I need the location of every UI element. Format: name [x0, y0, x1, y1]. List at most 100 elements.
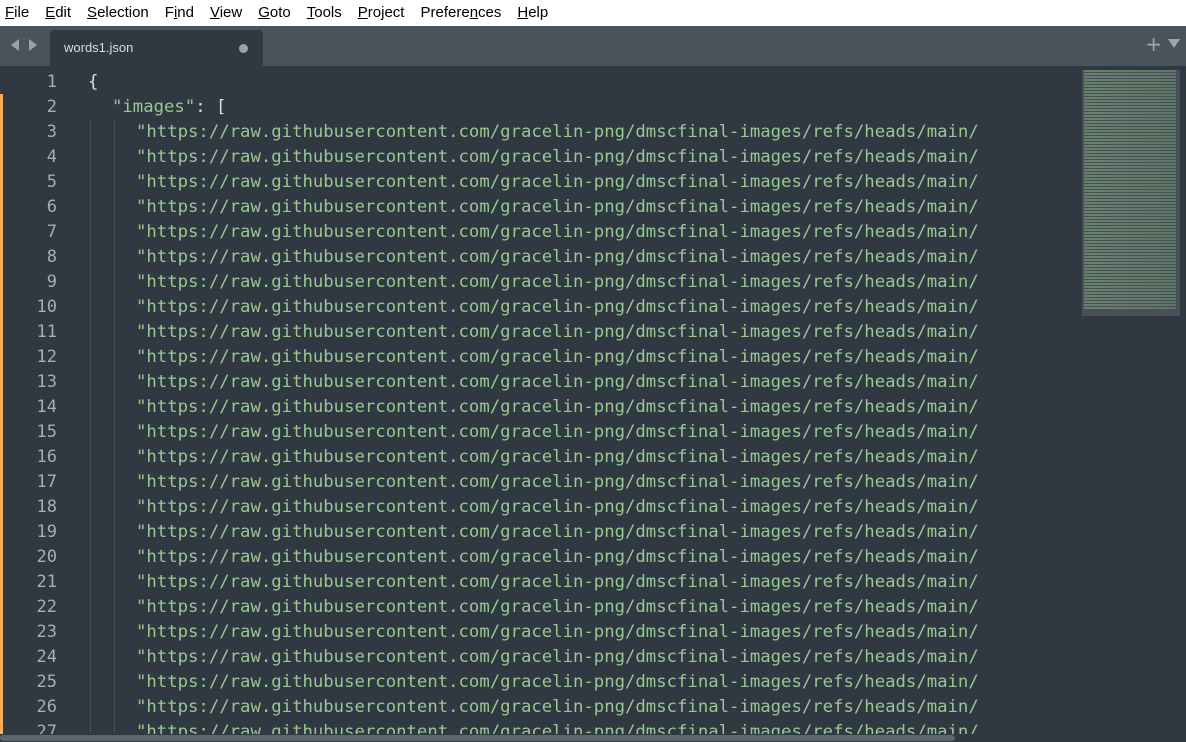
- minimap-line: [1084, 157, 1176, 159]
- line-number: 2: [46, 97, 57, 117]
- minimap-line: [1084, 136, 1176, 138]
- code-content[interactable]: {"images": ["https://raw.githubuserconte…: [88, 70, 1080, 742]
- line-number: 3: [46, 122, 57, 142]
- minimap-line: [1084, 124, 1176, 126]
- minimap-line: [1084, 139, 1176, 141]
- minimap-line: [1084, 184, 1176, 186]
- line-number: 10: [36, 297, 57, 317]
- menu-tools[interactable]: Tools: [299, 0, 350, 26]
- url-string: "https://raw.githubusercontent.com/grace…: [136, 322, 979, 342]
- minimap-line: [1084, 73, 1176, 75]
- minimap-line: [1084, 193, 1176, 195]
- minimap-line: [1084, 172, 1176, 174]
- minimap-line: [1084, 85, 1176, 87]
- code-line: "https://raw.githubusercontent.com/grace…: [88, 345, 1080, 370]
- line-number: 4: [46, 147, 57, 167]
- json-key: "images": [112, 97, 196, 117]
- minimap-line: [1084, 166, 1176, 168]
- menu-project[interactable]: Project: [350, 0, 413, 26]
- minimap-line: [1084, 199, 1176, 201]
- minimap-line: [1084, 163, 1176, 165]
- minimap-line: [1084, 235, 1176, 237]
- minimap-line: [1084, 244, 1176, 246]
- line-number: 15: [36, 422, 57, 442]
- menu-file[interactable]: File: [0, 0, 37, 26]
- minimap[interactable]: [1082, 70, 1180, 316]
- minimap-line: [1084, 211, 1176, 213]
- code-line: "https://raw.githubusercontent.com/grace…: [88, 445, 1080, 470]
- minimap-line: [1084, 226, 1176, 228]
- url-string: "https://raw.githubusercontent.com/grace…: [136, 147, 979, 167]
- unsaved-dot-icon[interactable]: [239, 44, 248, 53]
- url-string: "https://raw.githubusercontent.com/grace…: [136, 397, 979, 417]
- minimap-line: [1084, 187, 1176, 189]
- url-string: "https://raw.githubusercontent.com/grace…: [136, 522, 979, 542]
- code-line: "https://raw.githubusercontent.com/grace…: [88, 320, 1080, 345]
- editor-area[interactable]: 1 2 3 4 5 6 7 8 9 10 11 12 13 14 15 16 17 18 19 20 21 22 23 24 2…: [0, 66, 1186, 742]
- minimap-line: [1084, 262, 1176, 264]
- minimap-line: [1084, 151, 1176, 153]
- code-line: "https://raw.githubusercontent.com/grace…: [88, 520, 1080, 545]
- chevron-down-icon[interactable]: [1168, 39, 1180, 48]
- code-line: "https://raw.githubusercontent.com/grace…: [88, 695, 1080, 720]
- menu-goto[interactable]: Goto: [250, 0, 299, 26]
- minimap-line: [1084, 223, 1176, 225]
- url-string: "https://raw.githubusercontent.com/grace…: [136, 197, 979, 217]
- minimap-line: [1084, 178, 1176, 180]
- tab-active[interactable]: words1.json: [50, 30, 263, 66]
- minimap-line: [1084, 82, 1176, 84]
- code-line: "https://raw.githubusercontent.com/grace…: [88, 245, 1080, 270]
- minimap-line: [1084, 109, 1176, 111]
- tab-title: words1.json: [64, 40, 134, 55]
- horizontal-scrollbar-thumb[interactable]: [0, 735, 955, 741]
- line-number: 14: [36, 397, 57, 417]
- arrow-left-icon[interactable]: [9, 38, 21, 52]
- horizontal-scrollbar[interactable]: [0, 734, 1186, 742]
- minimap-line: [1084, 130, 1176, 132]
- code-line: "https://raw.githubusercontent.com/grace…: [88, 420, 1080, 445]
- line-number: 12: [36, 347, 57, 367]
- menu-find[interactable]: Find: [157, 0, 202, 26]
- minimap-line: [1084, 121, 1176, 123]
- minimap-line: [1084, 292, 1176, 294]
- arrow-right-icon[interactable]: [27, 38, 39, 52]
- url-string: "https://raw.githubusercontent.com/grace…: [136, 597, 979, 617]
- minimap-line: [1084, 112, 1176, 114]
- line-number: 19: [36, 522, 57, 542]
- open-brace: {: [88, 72, 99, 92]
- line-number: 22: [36, 597, 57, 617]
- minimap-line: [1084, 169, 1176, 171]
- line-number: 7: [46, 222, 57, 242]
- url-string: "https://raw.githubusercontent.com/grace…: [136, 547, 979, 567]
- url-string: "https://raw.githubusercontent.com/grace…: [136, 647, 979, 667]
- code-line: "https://raw.githubusercontent.com/grace…: [88, 670, 1080, 695]
- minimap-line: [1084, 190, 1176, 192]
- minimap-line: [1084, 106, 1176, 108]
- minimap-line: [1084, 118, 1176, 120]
- code-line: "https://raw.githubusercontent.com/grace…: [88, 195, 1080, 220]
- minimap-line: [1084, 301, 1176, 303]
- code-line: "https://raw.githubusercontent.com/grace…: [88, 545, 1080, 570]
- url-string: "https://raw.githubusercontent.com/grace…: [136, 172, 979, 192]
- menu-bar: File Edit Selection Find View Goto Tools Projec…: [0, 0, 1186, 26]
- minimap-line: [1084, 133, 1176, 135]
- menu-help[interactable]: Help: [509, 0, 556, 26]
- minimap-line: [1084, 265, 1176, 267]
- url-string: "https://raw.githubusercontent.com/grace…: [136, 222, 979, 242]
- line-number: 8: [46, 247, 57, 267]
- menu-preferences[interactable]: Preferences: [412, 0, 509, 26]
- minimap-line: [1084, 280, 1176, 282]
- minimap-line: [1084, 241, 1176, 243]
- url-string: "https://raw.githubusercontent.com/grace…: [136, 372, 979, 392]
- plus-icon[interactable]: +: [1145, 34, 1162, 54]
- line-number-gutter: 1 2 3 4 5 6 7 8 9 10 11 12 13 14 15 16 17 18 19 20 21 22 23 24 2…: [0, 70, 70, 742]
- minimap-line: [1084, 88, 1176, 90]
- menu-view[interactable]: View: [202, 0, 250, 26]
- minimap-line: [1084, 295, 1176, 297]
- code-line: "https://raw.githubusercontent.com/grace…: [88, 595, 1080, 620]
- line-number: 24: [36, 647, 57, 667]
- menu-selection[interactable]: Selection: [79, 0, 157, 26]
- code-line: "https://raw.githubusercontent.com/grace…: [88, 270, 1080, 295]
- minimap-line: [1084, 79, 1176, 81]
- menu-edit[interactable]: Edit: [37, 0, 79, 26]
